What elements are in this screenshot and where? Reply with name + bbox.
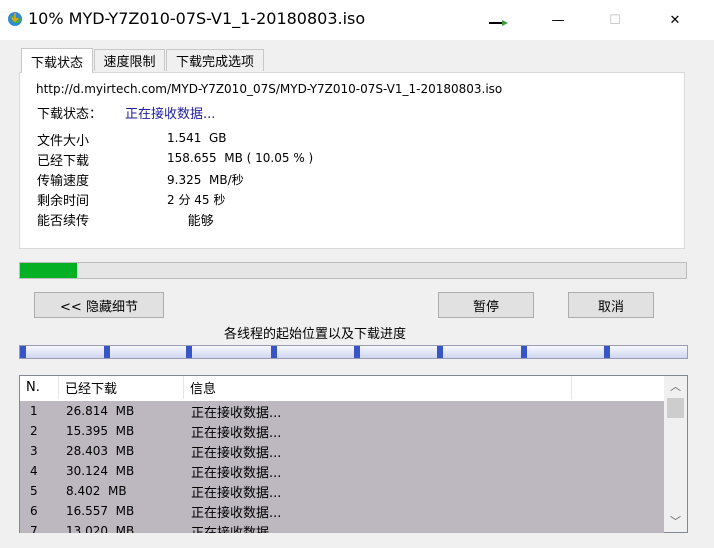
table-row[interactable]: 5 8.402 MB 正在接收数据... — [20, 481, 664, 501]
table-row[interactable]: 1 26.814 MB 正在接收数据... — [20, 401, 664, 421]
status-value: 正在接收数据... — [125, 107, 216, 122]
row-number: 4 — [30, 464, 38, 478]
thread-marker — [521, 346, 527, 358]
row-info: 正在接收数据... — [191, 446, 282, 461]
maximize-button[interactable]: ☐ — [592, 0, 638, 40]
row-info: 正在接收数据... — [191, 506, 282, 521]
time-left-value: 2 分 45 秒 — [167, 193, 226, 207]
thread-marker — [271, 346, 277, 358]
row-info: 正在接收数据... — [191, 426, 282, 441]
file-size-value: 1.541 GB — [167, 131, 227, 145]
row-number: 6 — [30, 504, 38, 518]
thread-marker — [186, 346, 192, 358]
thread-marker — [104, 346, 110, 358]
table-row[interactable]: 7 13.020 MB 正在接收数据... — [20, 521, 664, 533]
downloaded-value: 158.655 MB ( 10.05 % ) — [167, 151, 314, 165]
row-number: 3 — [30, 444, 38, 458]
row-info: 正在接收数据... — [191, 466, 282, 481]
thread-marker — [354, 346, 360, 358]
row-number: 5 — [30, 484, 38, 498]
column-header-n[interactable]: N. — [20, 376, 59, 399]
speed-value: 9.325 MB/秒 — [167, 173, 244, 187]
row-info: 正在接收数据... — [191, 522, 281, 533]
arrow-right-icon[interactable] — [488, 18, 510, 28]
close-button[interactable]: ✕ — [652, 0, 698, 40]
row-number: 1 — [30, 404, 38, 418]
time-left-label: 剩余时间 — [37, 194, 90, 209]
row-info: 正在接收数据... — [191, 486, 282, 501]
row-downloaded: 26.814 MB — [66, 404, 135, 418]
row-downloaded: 28.403 MB — [66, 444, 135, 458]
tab-download-status[interactable]: 下载状态 — [21, 48, 93, 73]
thread-marker — [604, 346, 610, 358]
row-downloaded: 30.124 MB — [66, 464, 135, 478]
row-downloaded: 16.557 MB — [66, 504, 135, 518]
table-row[interactable]: 6 16.557 MB 正在接收数据... — [20, 501, 664, 521]
resume-value: 能够 — [167, 214, 214, 229]
tab-completion-options[interactable]: 下载完成选项 — [166, 49, 264, 71]
downloaded-label: 已经下载 — [37, 154, 90, 169]
hide-details-button[interactable]: << 隐藏细节 — [34, 292, 164, 318]
chevron-up-icon[interactable]: ︿ — [664, 376, 687, 396]
scroll-thumb[interactable] — [667, 398, 684, 418]
threads-caption: 各线程的起始位置以及下载进度 — [223, 327, 406, 342]
download-url: http://d.myirtech.com/MYD-Y7Z010_07S/MYD… — [36, 82, 503, 96]
status-panel — [19, 72, 685, 249]
table-row[interactable]: 2 15.395 MB 正在接收数据... — [20, 421, 664, 441]
row-number: 7 — [30, 524, 38, 533]
globe-download-icon — [8, 12, 22, 26]
table-row[interactable]: 4 30.124 MB 正在接收数据... — [20, 461, 664, 481]
tab-speed-limit[interactable]: 速度限制 — [94, 49, 165, 71]
row-downloaded: 15.395 MB — [66, 424, 135, 438]
column-header-downloaded[interactable]: 已经下载 — [59, 376, 184, 399]
row-info: 正在接收数据... — [191, 406, 282, 421]
cancel-button[interactable]: 取消 — [568, 292, 654, 318]
file-size-label: 文件大小 — [37, 134, 90, 149]
row-downloaded: 8.402 MB — [66, 484, 127, 498]
thread-marker — [20, 346, 26, 358]
row-downloaded: 13.020 MB — [66, 524, 135, 533]
pause-button[interactable]: 暂停 — [438, 292, 534, 318]
progress-bar — [19, 262, 687, 279]
row-number: 2 — [30, 424, 38, 438]
status-label: 下载状态： — [37, 107, 103, 122]
list-body[interactable]: 1 26.814 MB 正在接收数据... 2 15.395 MB 正在接收数据... 3 2… — [20, 401, 664, 533]
progress-fill — [20, 263, 77, 278]
window-title: 10% MYD-Y7Z010-07S-V1_1-20180803.iso — [28, 9, 366, 28]
resume-label: 能否续传 — [37, 214, 90, 229]
speed-label: 传输速度 — [37, 174, 90, 189]
chevron-down-icon[interactable]: ﹀ — [664, 511, 687, 531]
thread-marker — [437, 346, 443, 358]
table-row[interactable]: 3 28.403 MB 正在接收数据... — [20, 441, 664, 461]
column-header-info[interactable]: 信息 — [184, 376, 572, 399]
minimize-button[interactable]: — — [535, 0, 581, 40]
